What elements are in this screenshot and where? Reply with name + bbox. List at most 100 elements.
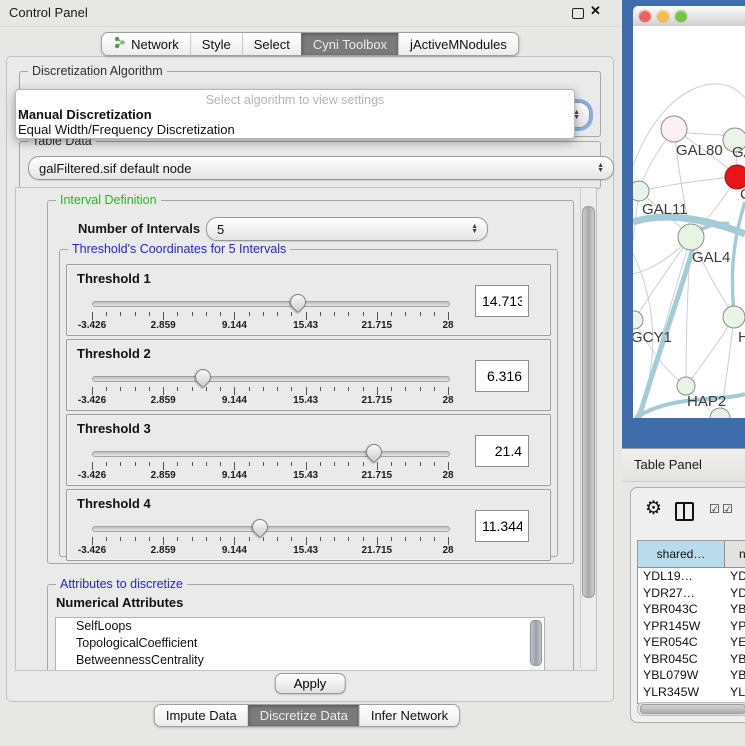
- table-row[interactable]: YER054CYER0: [638, 634, 745, 651]
- table-hscrollbar-thumb[interactable]: [640, 704, 745, 714]
- slider-thumb[interactable]: [249, 516, 272, 539]
- tab-select[interactable]: Select: [242, 33, 301, 55]
- checkbox-icon[interactable]: ☑: [722, 502, 733, 516]
- slider-tick: [348, 387, 349, 391]
- network-icon: [113, 36, 126, 52]
- slider-tick-label: 21.715: [362, 470, 393, 481]
- threshold-value-input[interactable]: [475, 285, 529, 317]
- table-row[interactable]: YBL079WYBL0: [638, 667, 745, 684]
- attribute-list-item[interactable]: BetweennessCentrality: [56, 652, 544, 669]
- network-node-gal4[interactable]: [678, 224, 704, 250]
- mac-zoom-icon[interactable]: [675, 10, 687, 22]
- table-row[interactable]: YBR045CYBR0: [638, 651, 745, 668]
- table-horizontal-scrollbar[interactable]: [637, 702, 745, 716]
- settings-vertical-scrollbar[interactable]: [580, 188, 595, 668]
- tab-impute-data[interactable]: Impute Data: [155, 705, 248, 726]
- cell-shared-name: YDR27…: [638, 586, 725, 600]
- column-header-shared-name[interactable]: shared…: [638, 541, 725, 567]
- slider-tick: [163, 312, 164, 320]
- threshold-value-input[interactable]: [475, 435, 529, 467]
- slider-tick-label: 9.144: [222, 545, 247, 556]
- slider-tick: [106, 312, 107, 316]
- node-label: GA: [732, 144, 745, 161]
- slider-tick: [434, 462, 435, 466]
- slider-tick: [120, 537, 121, 541]
- network-node-gal80[interactable]: [661, 116, 687, 142]
- apply-button[interactable]: Apply: [275, 673, 346, 694]
- slider-tick-label: 9.144: [222, 320, 247, 331]
- mac-close-icon[interactable]: [639, 10, 651, 22]
- slider-tick: [163, 462, 164, 470]
- attribute-list-item[interactable]: SelfLoops: [56, 618, 544, 635]
- table-row[interactable]: YDL19…YDL1: [638, 568, 745, 585]
- slider-tick: [120, 387, 121, 391]
- slider-tick: [135, 387, 136, 391]
- numerical-attributes-list[interactable]: SelfLoopsTopologicalCoefficientBetweenne…: [55, 617, 545, 671]
- attributes-group-title: Attributes to discretize: [56, 577, 187, 591]
- threshold-panel-3: Threshold 3-3.4262.8599.14415.4321.71528: [66, 414, 551, 486]
- table-data-group: Table Data galFiltered.sif default node …: [19, 141, 601, 189]
- slider-tick: [249, 312, 250, 316]
- slider-tick-label: 28: [442, 395, 453, 406]
- attribute-list-item[interactable]: TopologicalCoefficient: [56, 635, 544, 652]
- slider-track[interactable]: [92, 451, 450, 457]
- slider-tick: [263, 462, 264, 466]
- slider-tick-label: 2.859: [151, 470, 176, 481]
- cell-shared-name: YPR145W: [638, 619, 725, 633]
- cell-shared-name: YDL19…: [638, 569, 725, 583]
- node-table[interactable]: shared… n YDL19…YDL1YDR27…YDR2YBR043CYBR…: [637, 540, 745, 704]
- tab-network[interactable]: Network: [102, 33, 190, 55]
- network-node-gal11[interactable]: [633, 181, 649, 201]
- settings-scrollbar-thumb[interactable]: [582, 206, 595, 598]
- tab-jactivemnodules[interactable]: jActiveMNodules: [398, 33, 518, 55]
- network-node-gcy1[interactable]: [633, 311, 643, 329]
- network-edge-highlighted[interactable]: [732, 202, 745, 316]
- table-data-combobox[interactable]: galFiltered.sif default node ▲▼: [28, 156, 614, 180]
- number-of-intervals-combobox[interactable]: 5 ▲▼: [206, 217, 488, 241]
- slider-tick: [448, 462, 449, 470]
- slider-thumb[interactable]: [192, 366, 215, 389]
- network-canvas[interactable]: GAL80GACGAL11GAL4GCY1HHAP2: [633, 26, 745, 418]
- attributes-scrollbar[interactable]: [529, 619, 541, 671]
- table-row[interactable]: YDR27…YDR2: [638, 585, 745, 602]
- threshold-value-input[interactable]: [475, 510, 529, 542]
- slider-tick: [234, 312, 235, 320]
- network-edge[interactable]: [639, 177, 737, 191]
- algorithm-option[interactable]: Manual Discretization: [16, 107, 574, 122]
- threshold-label: Threshold 2: [77, 346, 151, 361]
- table-row[interactable]: YBR043CYBR0: [638, 601, 745, 618]
- slider-thumb[interactable]: [287, 291, 310, 314]
- slider-track[interactable]: [92, 301, 450, 307]
- slider-tick: [291, 387, 292, 391]
- tab-cyni-toolbox[interactable]: Cyni Toolbox: [301, 33, 398, 55]
- float-window-icon[interactable]: [572, 8, 584, 19]
- slider-tick: [334, 537, 335, 541]
- slider-tick: [234, 387, 235, 395]
- gear-icon[interactable]: ⚙: [645, 499, 662, 518]
- threshold-label: Threshold 1: [77, 271, 151, 286]
- tab-discretize-data[interactable]: Discretize Data: [248, 705, 359, 726]
- checkbox-icon[interactable]: ☑: [709, 502, 720, 516]
- tab-infer-network[interactable]: Infer Network: [359, 705, 459, 726]
- network-graph[interactable]: GAL80GACGAL11GAL4GCY1HHAP2: [633, 26, 745, 418]
- mac-minimize-icon[interactable]: [657, 10, 669, 22]
- table-row[interactable]: YPR145WYPR1: [638, 618, 745, 635]
- tab-style[interactable]: Style: [190, 33, 242, 55]
- algorithm-option[interactable]: Equal Width/Frequency Discretization: [16, 122, 574, 137]
- network-window-titlebar[interactable]: [633, 6, 745, 27]
- tab-label: Discretize Data: [260, 708, 348, 723]
- slider-tick: [249, 462, 250, 466]
- attributes-scrollbar-thumb[interactable]: [530, 620, 542, 666]
- table-row[interactable]: YLR345WYLR3: [638, 684, 745, 701]
- slider-tick-label: 15.43: [293, 320, 318, 331]
- slider-track[interactable]: [92, 376, 450, 382]
- algorithm-group-title: Discretization Algorithm: [28, 64, 167, 78]
- slider-tick: [234, 537, 235, 545]
- slider-thumb[interactable]: [363, 441, 386, 464]
- columns-icon[interactable]: [675, 502, 694, 521]
- slider-track[interactable]: [92, 526, 450, 532]
- threshold-value-input[interactable]: [475, 360, 529, 392]
- column-header-name[interactable]: n: [725, 541, 745, 567]
- network-node-h[interactable]: [723, 306, 745, 328]
- close-icon[interactable]: ✕: [590, 3, 601, 19]
